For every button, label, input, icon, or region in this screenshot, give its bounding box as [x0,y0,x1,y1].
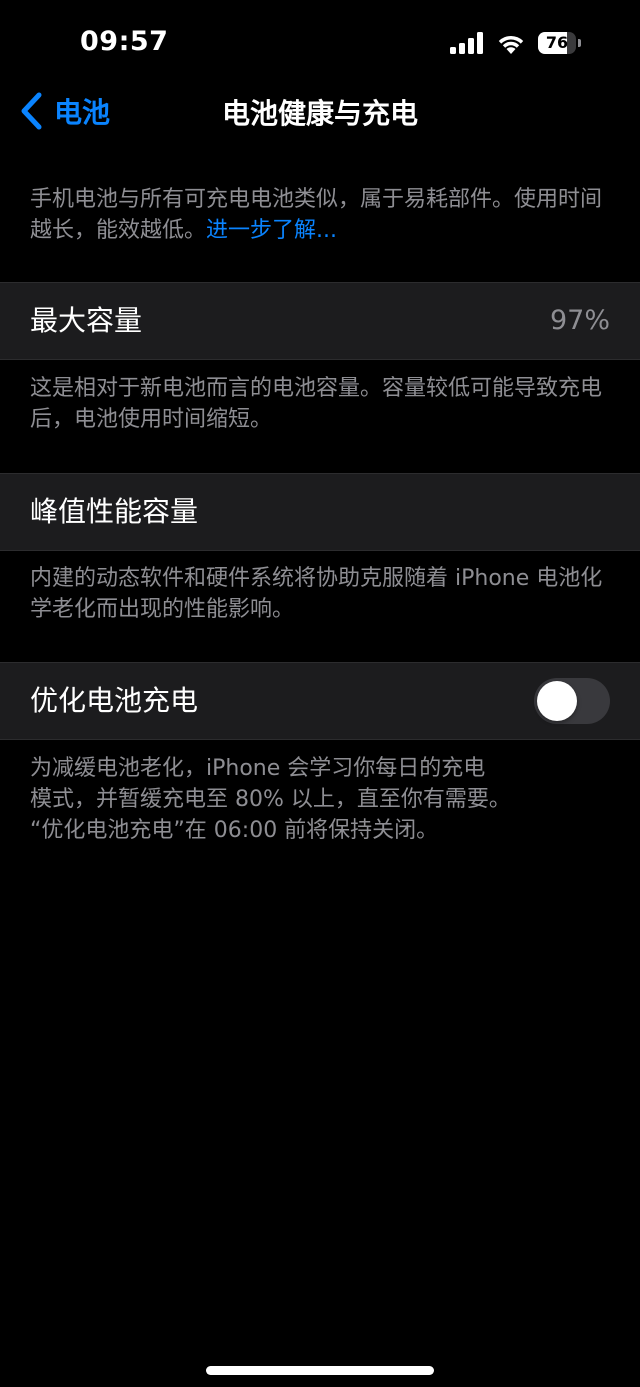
status-bar: 09:57 76 [0,0,640,86]
chevron-left-icon [21,92,42,130]
learn-more-link[interactable]: 进一步了解... [206,218,337,243]
peak-performance-label: 峰值性能容量 [30,495,199,528]
status-time: 09:57 [80,26,169,57]
back-button[interactable]: 电池 [18,90,110,132]
optimized-charging-footnote-line-2: 模式，并暂缓充电至 80% 以上，直至你有需要。 [30,787,511,812]
peak-performance-row: 峰值性能容量 [0,473,640,551]
intro-text: 手机电池与所有可充电电池类似，属于易耗部件。使用时间越长，能效越低。进一步了解.… [30,184,620,246]
back-label: 电池 [54,96,111,129]
peak-performance-footnote: 内建的动态软件和硬件系统将协助克服随着 iPhone 电池化学老化而出现的性能影… [30,566,603,622]
battery-icon: 76 [538,32,582,54]
max-capacity-value: 97% [549,305,610,336]
optimized-charging-footnote: 为减缓电池老化，iPhone 会学习你每日的充电 模式，并暂缓充电至 80% 以… [30,753,620,846]
wifi-icon [498,35,524,54]
optimized-charging-label: 优化电池充电 [30,684,199,717]
max-capacity-row: 最大容量 97% [0,282,640,360]
home-indicator[interactable] [206,1366,434,1375]
optimized-charging-footnote-line-1: 为减缓电池老化，iPhone 会学习你每日的充电 [30,756,486,781]
optimized-charging-row: 优化电池充电 [0,662,640,740]
toggle-knob [537,681,577,721]
navigation-bar: 电池 电池健康与充电 [0,86,640,136]
max-capacity-label: 最大容量 [30,304,143,337]
max-capacity-footnote: 这是相对于新电池而言的电池容量。容量较低可能导致充电后，电池使用时间缩短。 [30,376,603,432]
battery-level: 76 [545,33,569,52]
optimized-charging-footnote-line-3: “优化电池充电”在 06:00 前将保持关闭。 [30,818,439,843]
status-icons: 76 [450,30,582,56]
cellular-signal-icon [450,32,483,54]
optimized-charging-toggle[interactable] [534,678,610,724]
